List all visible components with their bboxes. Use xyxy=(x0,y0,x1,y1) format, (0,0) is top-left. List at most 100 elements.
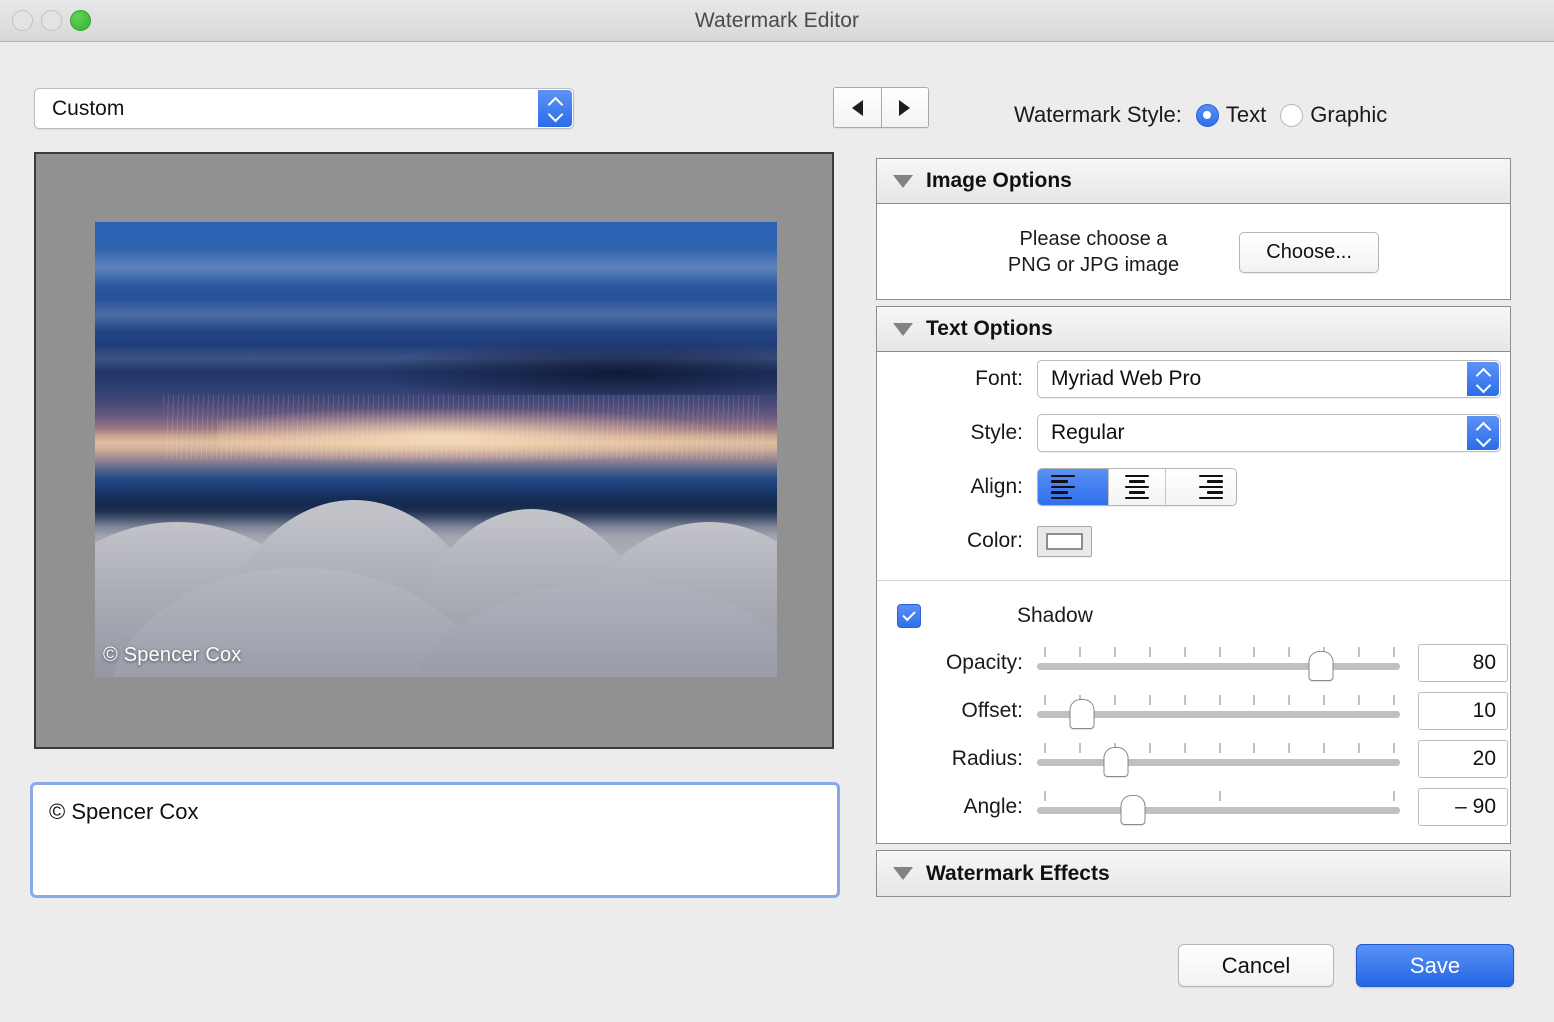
slider-value-field[interactable]: 20 xyxy=(1418,740,1508,778)
slider[interactable] xyxy=(1037,739,1400,779)
image-options-title: Image Options xyxy=(926,169,1072,192)
choose-image-message: Please choose a PNG or JPG image xyxy=(1008,226,1179,279)
slider-label: Radius: xyxy=(951,747,1023,770)
align-right-button[interactable] xyxy=(1165,469,1236,505)
color-label: Color: xyxy=(966,529,1023,552)
shadow-label: Shadow xyxy=(1017,604,1093,627)
slider-label: Opacity: xyxy=(945,651,1023,674)
choose-image-message-line2: PNG or JPG image xyxy=(1007,254,1180,276)
radio-text-label: Text xyxy=(1225,102,1267,127)
text-options-panel: Text Options Font: Myriad Web Pro Style:… xyxy=(876,306,1511,844)
slider-track[interactable] xyxy=(1037,759,1400,766)
slider-value-field[interactable]: – 90 xyxy=(1418,788,1508,826)
preview-photo: © Spencer Cox xyxy=(95,222,777,677)
disclosure-triangle-icon[interactable] xyxy=(893,174,913,188)
slider-label: Angle: xyxy=(963,795,1023,818)
align-label: Align: xyxy=(970,475,1023,498)
slider-ticks xyxy=(1037,791,1400,801)
slider-handle[interactable] xyxy=(1069,699,1095,729)
shadow-checkbox[interactable] xyxy=(897,604,921,628)
chevron-up-icon xyxy=(1477,423,1490,431)
style-label: Style: xyxy=(970,421,1023,444)
slider-label: Offset: xyxy=(961,699,1023,722)
shadow-sliders: Opacity: 80 Offset: 10 Radius: 20 Angle: – 90 xyxy=(877,639,1510,831)
slider[interactable] xyxy=(1037,691,1400,731)
watermark-style-group: Watermark Style: Text Graphic xyxy=(1014,102,1387,128)
slider-row: Offset: 10 xyxy=(877,687,1510,735)
title-bar: Watermark Editor xyxy=(0,0,1554,42)
align-center-button[interactable] xyxy=(1107,469,1166,505)
slider-ticks xyxy=(1037,647,1400,657)
watermark-style-label: Watermark Style: xyxy=(1014,102,1182,127)
chevron-down-icon xyxy=(1477,382,1490,390)
cloud-band xyxy=(95,249,777,286)
style-dropdown[interactable]: Regular xyxy=(1037,414,1501,452)
slider[interactable] xyxy=(1037,787,1400,827)
align-row: Align: xyxy=(877,460,1510,514)
slider-handle[interactable] xyxy=(1120,795,1146,825)
cloud-band xyxy=(95,299,777,332)
color-row: Color: xyxy=(877,514,1510,568)
slider-track[interactable] xyxy=(1037,663,1400,670)
cancel-button[interactable]: Cancel xyxy=(1178,944,1334,987)
slider-row: Opacity: 80 xyxy=(877,639,1510,687)
slider-row: Angle: – 90 xyxy=(877,783,1510,831)
radio-text[interactable] xyxy=(1195,103,1219,127)
font-row: Font: Myriad Web Pro xyxy=(877,352,1510,406)
choose-image-message-line1: Please choose a xyxy=(1019,227,1168,250)
font-dropdown[interactable]: Myriad Web Pro xyxy=(1037,360,1501,398)
watermark-effects-title: Watermark Effects xyxy=(926,861,1110,885)
preview-watermark-text: © Spencer Cox xyxy=(103,644,242,666)
style-row: Style: Regular xyxy=(877,406,1510,460)
align-left-button[interactable] xyxy=(1038,469,1108,505)
minimize-button[interactable] xyxy=(41,10,62,31)
align-center-icon xyxy=(1125,474,1149,478)
chevron-up-icon xyxy=(1477,369,1490,377)
slider-value-field[interactable]: 80 xyxy=(1418,644,1508,682)
zoom-button[interactable] xyxy=(70,10,91,31)
image-options-header[interactable]: Image Options xyxy=(877,159,1510,204)
slider[interactable] xyxy=(1037,643,1400,683)
color-swatch-preview xyxy=(1046,532,1083,550)
triangle-left-icon xyxy=(851,99,863,116)
disclosure-triangle-icon[interactable] xyxy=(893,322,913,336)
font-value: Myriad Web Pro xyxy=(1051,367,1202,390)
storm-cloud xyxy=(381,340,777,395)
watermark-text-input[interactable]: © Spencer Cox xyxy=(30,782,840,898)
disclosure-triangle-icon[interactable] xyxy=(893,867,913,880)
preview-navigation xyxy=(833,87,929,128)
chevron-down-icon xyxy=(549,111,562,119)
checkmark-icon xyxy=(902,607,916,622)
choose-button[interactable]: Choose... xyxy=(1239,231,1380,273)
text-options-header[interactable]: Text Options xyxy=(877,307,1510,352)
image-options-body: Please choose a PNG or JPG image Choose.… xyxy=(877,204,1510,300)
horizon-glow xyxy=(217,408,723,464)
slider-value-field[interactable]: 10 xyxy=(1418,692,1508,730)
triangle-right-icon xyxy=(899,99,911,116)
font-label: Font: xyxy=(975,367,1023,390)
slider-track[interactable] xyxy=(1037,807,1400,814)
color-swatch-button[interactable] xyxy=(1037,525,1092,557)
watermark-effects-panel: Watermark Effects xyxy=(876,850,1511,897)
preview-frame: © Spencer Cox xyxy=(34,152,834,749)
chevron-down-icon xyxy=(1477,436,1490,444)
window-title: Watermark Editor xyxy=(694,8,860,32)
style-stepper[interactable] xyxy=(1467,416,1499,450)
preset-stepper[interactable] xyxy=(538,90,572,127)
previous-button[interactable] xyxy=(834,88,881,127)
watermark-effects-header[interactable]: Watermark Effects xyxy=(877,851,1510,896)
slider-handle[interactable] xyxy=(1308,651,1334,681)
save-button[interactable]: Save xyxy=(1356,944,1514,987)
watermark-editor-window: Watermark Editor Custom © Spencer Cox © … xyxy=(0,0,1554,1022)
radio-graphic[interactable] xyxy=(1280,103,1304,127)
slider-handle[interactable] xyxy=(1103,747,1129,777)
font-stepper[interactable] xyxy=(1467,362,1499,396)
close-button[interactable] xyxy=(12,10,33,31)
next-button[interactable] xyxy=(880,88,928,127)
preset-value: Custom xyxy=(52,96,125,120)
dialog-footer: Cancel Save xyxy=(1178,944,1514,987)
align-segmented-control xyxy=(1037,468,1237,506)
radio-graphic-label: Graphic xyxy=(1310,102,1388,127)
preset-dropdown[interactable]: Custom xyxy=(34,88,574,129)
slider-ticks xyxy=(1037,743,1400,753)
